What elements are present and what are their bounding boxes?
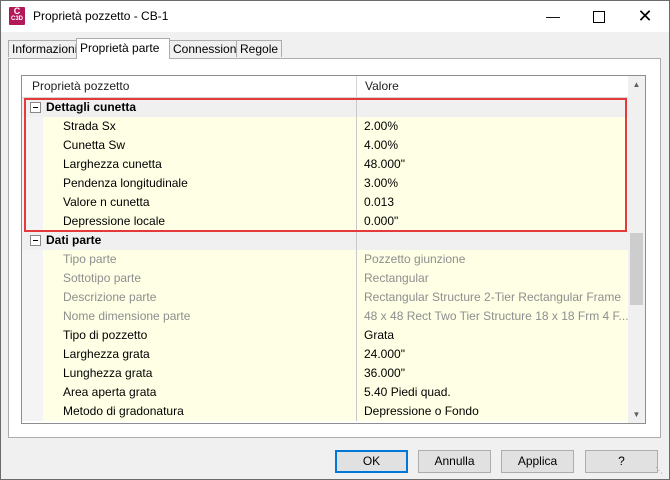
property-value[interactable]: Depressione o Fondo [357, 402, 628, 421]
row-gutter [22, 155, 43, 174]
property-value[interactable]: Grata [357, 326, 628, 345]
title-bar[interactable]: C C3D Proprietà pozzetto - CB-1 — ✕ [1, 1, 669, 32]
minimize-icon: — [546, 8, 560, 24]
property-row[interactable]: Tipo parte Pozzetto giunzione [22, 250, 628, 269]
vertical-scrollbar[interactable]: ▲ ▼ [628, 76, 645, 423]
civil3d-app-icon: C C3D [9, 7, 25, 25]
tab-connessioni[interactable]: Connessioni [169, 40, 239, 57]
property-name: Nome dimensione parte [43, 307, 357, 326]
maximize-icon [593, 11, 605, 24]
property-row[interactable]: Depressione locale 0.000" [22, 212, 628, 231]
category-row-dettagli-cunetta[interactable]: Dettagli cunetta [22, 98, 628, 117]
column-header-property[interactable]: Proprietà pozzetto [22, 76, 357, 97]
property-name: Valore n cunetta [43, 193, 357, 212]
help-button[interactable]: ? [585, 450, 658, 473]
apply-button[interactable]: Applica [501, 450, 574, 473]
grid-rows: Dettagli cunetta Strada Sx 2.00% Cunetta … [22, 98, 628, 421]
property-value[interactable]: 24.000" [357, 345, 628, 364]
row-gutter [22, 402, 43, 421]
maximize-button[interactable] [576, 1, 622, 32]
close-button[interactable]: ✕ [622, 1, 668, 32]
row-gutter [22, 269, 43, 288]
property-row[interactable]: Descrizione parte Rectangular Structure 2… [22, 288, 628, 307]
category-value [357, 98, 628, 117]
property-value: Rectangular Structure 2-Tier Rectangular… [357, 288, 628, 307]
property-name: Tipo parte [43, 250, 357, 269]
row-gutter [22, 212, 43, 231]
property-row[interactable]: Metodo di gradonatura Depressione o Fondo [22, 402, 628, 421]
tab-proprieta-parte[interactable]: Proprietà parte [76, 38, 170, 59]
property-name: Larghezza cunetta [43, 155, 357, 174]
column-header-value[interactable]: Valore [357, 76, 628, 97]
property-name: Pendenza longitudinale [43, 174, 357, 193]
row-gutter [22, 345, 43, 364]
close-icon: ✕ [637, 6, 653, 26]
property-row[interactable]: Larghezza cunetta 48.000" [22, 155, 628, 174]
row-gutter [22, 174, 43, 193]
scroll-up-arrow-icon[interactable]: ▲ [628, 76, 645, 93]
row-gutter [22, 383, 43, 402]
property-name: Strada Sx [43, 117, 357, 136]
property-value[interactable]: 36.000" [357, 364, 628, 383]
resize-grip-icon[interactable]: ⋱ [655, 466, 665, 476]
app-icon-sub: C3D [10, 16, 23, 22]
property-name: Sottotipo parte [43, 269, 357, 288]
row-gutter [22, 193, 43, 212]
row-gutter [22, 288, 43, 307]
property-name: Tipo di pozzetto [43, 326, 357, 345]
property-value: Rectangular [357, 269, 628, 288]
ok-button[interactable]: OK [335, 450, 408, 473]
property-value[interactable]: 0.013 [357, 193, 628, 212]
tab-informazioni[interactable]: Informazioni [8, 40, 77, 57]
property-row[interactable]: Lunghezza grata 36.000" [22, 364, 628, 383]
category-value [357, 231, 628, 250]
property-name: Larghezza grata [43, 345, 357, 364]
property-name: Depressione locale [43, 212, 357, 231]
property-value[interactable]: 5.40 Piedi quad. [357, 383, 628, 402]
property-row[interactable]: Valore n cunetta 0.013 [22, 193, 628, 212]
row-gutter [22, 250, 43, 269]
property-row[interactable]: Strada Sx 2.00% [22, 117, 628, 136]
property-row[interactable]: Pendenza longitudinale 3.00% [22, 174, 628, 193]
property-row[interactable]: Nome dimensione parte 48 x 48 Rect Two Ti… [22, 307, 628, 326]
cancel-button[interactable]: Annulla [418, 450, 491, 473]
property-value[interactable]: 0.000" [357, 212, 628, 231]
scrollbar-thumb[interactable] [630, 233, 643, 305]
collapse-icon[interactable] [30, 102, 41, 113]
property-grid: Proprietà pozzetto Valore Dettagli cunet… [21, 75, 646, 424]
collapse-icon[interactable] [30, 235, 41, 246]
property-row[interactable]: Larghezza grata 24.000" [22, 345, 628, 364]
tab-regole[interactable]: Regole [236, 40, 282, 57]
row-gutter [22, 307, 43, 326]
row-gutter [22, 136, 43, 155]
property-name: Descrizione parte [43, 288, 357, 307]
property-row[interactable]: Tipo di pozzetto Grata [22, 326, 628, 345]
row-gutter [22, 326, 43, 345]
property-value: Pozzetto giunzione [357, 250, 628, 269]
property-name: Cunetta Sw [43, 136, 357, 155]
property-value[interactable]: 3.00% [357, 174, 628, 193]
category-row-dati-parte[interactable]: Dati parte [22, 231, 628, 250]
property-name: Lunghezza grata [43, 364, 357, 383]
property-name: Area aperta grata [43, 383, 357, 402]
category-label: Dati parte [22, 231, 357, 250]
property-row[interactable]: Sottotipo parte Rectangular [22, 269, 628, 288]
property-name: Metodo di gradonatura [43, 402, 357, 421]
row-gutter [22, 117, 43, 136]
row-gutter [22, 364, 43, 383]
property-value[interactable]: 48.000" [357, 155, 628, 174]
window-title: Proprietà pozzetto - CB-1 [33, 9, 169, 23]
scroll-down-arrow-icon[interactable]: ▼ [628, 406, 645, 423]
category-label: Dettagli cunetta [22, 98, 357, 117]
property-value[interactable]: 4.00% [357, 136, 628, 155]
property-row[interactable]: Area aperta grata 5.40 Piedi quad. [22, 383, 628, 402]
grid-header: Proprietà pozzetto Valore [22, 76, 628, 98]
minimize-button[interactable]: — [530, 1, 576, 32]
app-icon-letter: C [13, 6, 21, 16]
property-value: 48 x 48 Rect Two Tier Structure 18 x 18 … [357, 307, 628, 326]
property-value[interactable]: 2.00% [357, 117, 628, 136]
property-row[interactable]: Cunetta Sw 4.00% [22, 136, 628, 155]
